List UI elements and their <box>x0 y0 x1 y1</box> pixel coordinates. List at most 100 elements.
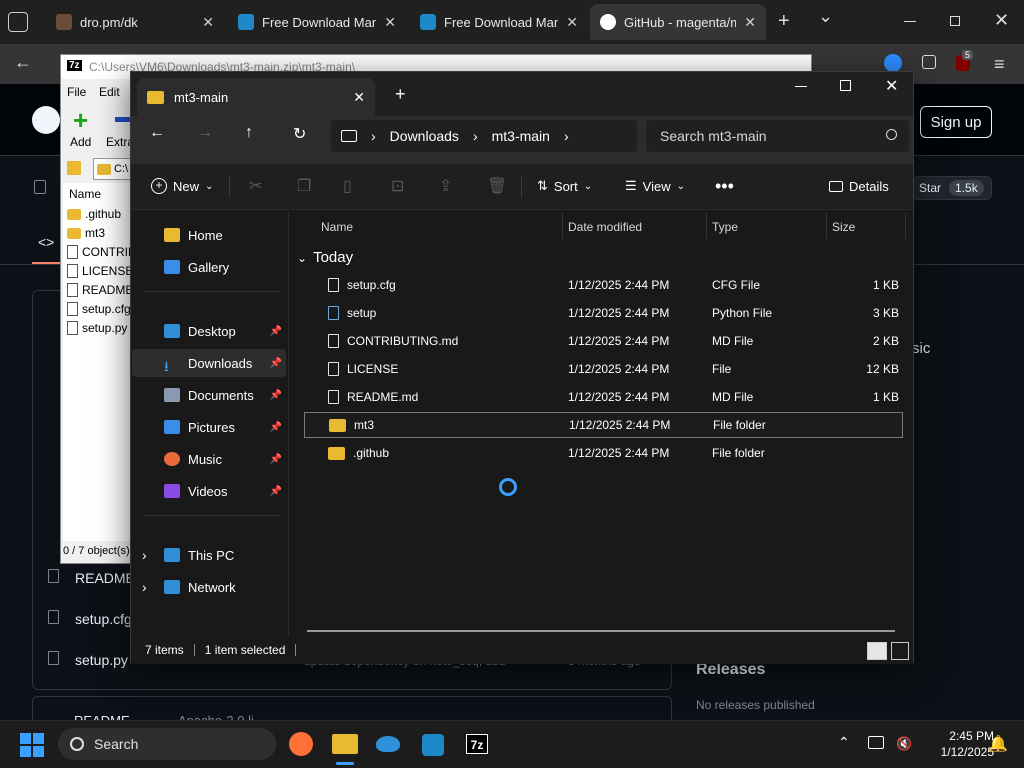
column-header-date[interactable]: Date modified <box>568 215 642 239</box>
close-tab-icon[interactable]: ✕ <box>194 14 214 31</box>
notification-bell-icon[interactable]: 🔔 <box>988 734 1008 754</box>
column-header-name[interactable]: Name <box>321 215 353 239</box>
list-item[interactable]: LICENSE <box>67 264 133 278</box>
file-row[interactable]: setup.cfg 1/12/2025 2:44 PM CFG File 1 K… <box>304 272 903 298</box>
file-row[interactable]: setup 1/12/2025 2:44 PM Python File 3 KB <box>304 300 903 326</box>
sign-up-button[interactable]: Sign up <box>920 106 992 138</box>
column-separator[interactable] <box>562 213 563 239</box>
menu-file[interactable]: File <box>67 85 86 99</box>
menu-edit[interactable]: Edit <box>99 85 120 99</box>
browser-tab-1[interactable]: dro.pm/dk ✕ <box>46 4 224 40</box>
show-hidden-icons[interactable]: ⌃ <box>838 734 850 751</box>
nav-videos[interactable]: Videos 📌 <box>132 477 286 505</box>
up-arrow-icon[interactable]: ↑ <box>245 124 253 142</box>
column-separator[interactable] <box>905 213 906 239</box>
path-combo[interactable]: C:\ <box>93 158 133 180</box>
new-button[interactable]: + New ⌄ <box>151 168 213 204</box>
nav-desktop[interactable]: Desktop 📌 <box>132 317 286 345</box>
copy-icon[interactable]: ❐ <box>297 168 311 204</box>
close-tab-icon[interactable]: ✕ <box>353 89 365 106</box>
browser-tab-4[interactable]: GitHub - magenta/mt3 ✕ <box>590 4 766 40</box>
nav-home[interactable]: Home <box>132 221 286 249</box>
search-input[interactable]: Search mt3-main <box>646 120 909 152</box>
back-arrow-icon[interactable]: ← <box>149 124 165 142</box>
minimize-icon[interactable] <box>904 21 916 22</box>
column-name[interactable]: Name <box>69 187 101 201</box>
details-view-icon[interactable] <box>867 642 887 660</box>
address-bar[interactable]: › Downloads › mt3-main › <box>331 120 637 152</box>
group-header-today[interactable]: ⌄ Today <box>297 249 353 266</box>
list-item[interactable]: CONTRIB <box>67 245 136 259</box>
delete-icon[interactable]: 🗑 <box>487 168 507 204</box>
profile-icon[interactable] <box>884 54 902 72</box>
nav-network[interactable]: › Network <box>132 573 286 601</box>
browser-tab-2[interactable]: Free Download Manag ✕ <box>228 4 406 40</box>
tiles-view-icon[interactable] <box>891 642 909 660</box>
up-folder-icon[interactable] <box>67 161 81 175</box>
breadcrumb-mt3-main[interactable]: mt3-main <box>492 128 550 144</box>
add-button-label[interactable]: Add <box>70 135 91 149</box>
file-row-selected[interactable]: mt3 1/12/2025 2:44 PM File folder <box>304 412 903 438</box>
column-header-type[interactable]: Type <box>712 215 738 239</box>
file-link-setup-cfg[interactable]: setup.cfg <box>75 611 132 627</box>
cut-icon[interactable]: ✂ <box>249 168 262 204</box>
file-row[interactable]: LICENSE 1/12/2025 2:44 PM File 12 KB <box>304 356 903 382</box>
file-link-readme[interactable]: README <box>75 570 135 586</box>
tab-list-button[interactable]: ⌄ <box>818 6 833 27</box>
list-item[interactable]: .github <box>67 207 121 221</box>
refresh-icon[interactable]: ↻ <box>293 124 306 144</box>
more-options-icon[interactable]: ••• <box>715 168 734 204</box>
column-separator[interactable] <box>706 213 707 239</box>
nav-documents[interactable]: Documents 📌 <box>132 381 286 409</box>
rename-icon[interactable]: ⊡ <box>391 168 404 204</box>
horizontal-scrollbar[interactable] <box>307 630 895 632</box>
nav-gallery[interactable]: Gallery <box>132 253 286 281</box>
view-button[interactable]: ☰ View ⌄ <box>625 168 685 204</box>
chevron-right-icon[interactable]: › <box>142 547 147 563</box>
sort-button[interactable]: ⇅ Sort ⌄ <box>537 168 592 204</box>
file-row[interactable]: CONTRIBUTING.md 1/12/2025 2:44 PM MD Fil… <box>304 328 903 354</box>
paste-icon[interactable]: ▯ <box>343 168 352 204</box>
nav-pictures[interactable]: Pictures 📌 <box>132 413 286 441</box>
volume-muted-icon[interactable]: 🔇 <box>896 736 912 752</box>
close-tab-icon[interactable]: ✕ <box>376 14 396 31</box>
fdm-icon[interactable] <box>422 734 444 756</box>
forward-arrow-icon[interactable]: → <box>197 124 213 142</box>
code-icon[interactable]: <> <box>38 234 54 250</box>
column-header-size[interactable]: Size <box>832 215 855 239</box>
list-item[interactable]: setup.py <box>67 321 127 335</box>
file-row[interactable]: README.md 1/12/2025 2:44 PM MD File 1 KB <box>304 384 903 410</box>
extensions-icon[interactable] <box>922 55 936 69</box>
close-window-icon[interactable]: ✕ <box>994 10 1009 31</box>
extract-icon[interactable] <box>115 117 131 122</box>
close-window-icon[interactable]: ✕ <box>885 76 898 96</box>
clock[interactable]: 2:45 PM 1/12/2025 <box>920 728 994 760</box>
list-item[interactable]: README <box>67 283 133 297</box>
new-tab-icon[interactable]: + <box>395 84 406 105</box>
list-item[interactable]: setup.cfg <box>67 302 131 316</box>
chevron-right-icon[interactable]: › <box>473 128 478 144</box>
explorer-tab[interactable]: mt3-main ✕ <box>137 78 375 116</box>
chevron-right-icon[interactable]: › <box>371 128 376 144</box>
close-tab-icon[interactable]: ✕ <box>558 14 578 31</box>
new-tab-button[interactable]: + <box>778 10 790 33</box>
file-explorer-icon[interactable] <box>332 734 358 754</box>
maximize-icon[interactable] <box>840 80 851 91</box>
file-row[interactable]: .github 1/12/2025 2:44 PM File folder <box>304 440 903 466</box>
file-link-setup-py[interactable]: setup.py <box>75 652 128 668</box>
7zip-taskbar-icon[interactable]: 7z <box>466 734 488 754</box>
close-tab-icon[interactable]: ✕ <box>736 14 756 31</box>
breadcrumb-downloads[interactable]: Downloads <box>390 128 459 144</box>
restore-icon[interactable] <box>950 16 960 26</box>
minimize-icon[interactable] <box>795 86 807 87</box>
tab-actions-icon[interactable] <box>8 12 28 32</box>
back-arrow-icon[interactable]: ← <box>14 52 32 73</box>
browser-tab-3[interactable]: Free Download Manag ✕ <box>410 4 588 40</box>
github-logo-icon[interactable] <box>32 106 60 134</box>
network-tray-icon[interactable] <box>868 736 884 749</box>
chevron-right-icon[interactable]: › <box>142 579 147 595</box>
firefox-icon[interactable] <box>289 732 313 756</box>
taskbar-search[interactable]: Search <box>58 728 276 760</box>
nav-this-pc[interactable]: › This PC <box>132 541 286 569</box>
column-separator[interactable] <box>826 213 827 239</box>
